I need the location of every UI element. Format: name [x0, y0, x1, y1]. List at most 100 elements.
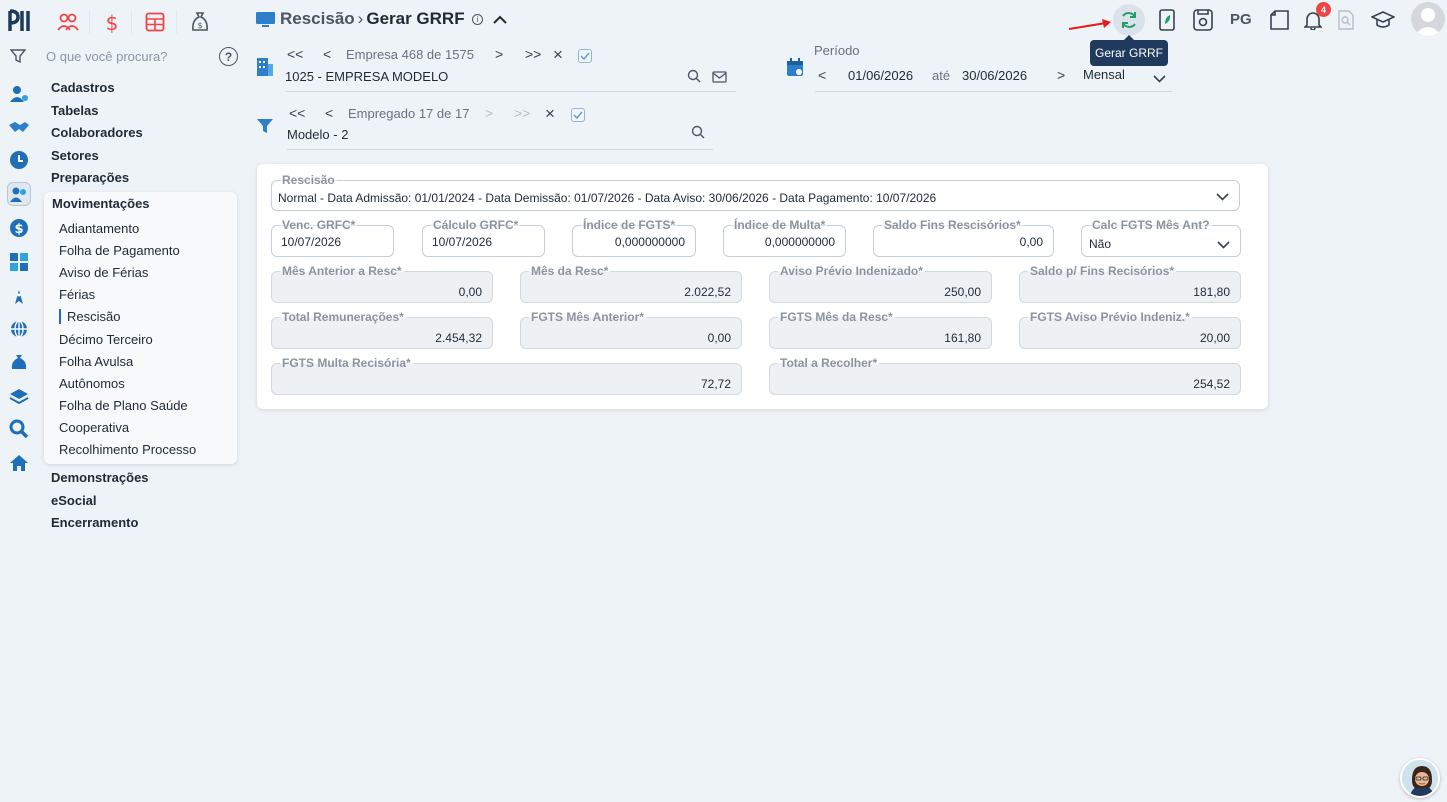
menu-search-input[interactable]: O que você procura?: [46, 49, 167, 64]
layers-icon[interactable]: [7, 384, 31, 408]
empresa-value[interactable]: 1025 - EMPRESA MODELO: [285, 69, 448, 84]
search-icon[interactable]: [687, 69, 701, 88]
menu-cadastros[interactable]: Cadastros: [51, 80, 115, 95]
document-icon[interactable]: [1267, 7, 1293, 33]
menu-movimentacoes[interactable]: Movimentações: [52, 196, 150, 211]
clock-icon[interactable]: [7, 148, 31, 172]
handshake-icon[interactable]: [7, 115, 31, 139]
submenu-item-active[interactable]: Rescisão: [59, 309, 120, 324]
submenu-item[interactable]: Recolhimento Processo: [59, 442, 196, 457]
chevron-up-icon[interactable]: [493, 12, 507, 30]
periodo-end[interactable]: 30/06/2026: [962, 68, 1027, 83]
annotation-arrow-icon: [1068, 18, 1112, 36]
indice-multa-field[interactable]: Índice de Multa* 0,000000000: [723, 218, 846, 257]
calc-fgts-mes-ant-select[interactable]: Calc FGTS Mês Ant? Não: [1081, 218, 1241, 257]
app-logo-icon[interactable]: [7, 8, 33, 34]
money-bag-module-icon[interactable]: $: [187, 9, 213, 35]
field-value: 0,00: [1019, 235, 1043, 249]
rocket-icon[interactable]: [7, 284, 31, 308]
periodo-prev-button[interactable]: <: [818, 67, 826, 83]
empresa-clear-button[interactable]: ×: [553, 45, 563, 65]
field-label: FGTS Multa Recisória*: [280, 356, 413, 370]
people-module-icon[interactable]: [55, 9, 81, 35]
empregado-last-button[interactable]: >>: [514, 105, 530, 121]
empregado-value[interactable]: Modelo - 2: [287, 127, 348, 142]
empregado-next-button[interactable]: >: [485, 105, 493, 121]
empresa-checkbox[interactable]: [578, 49, 592, 63]
assistant-avatar[interactable]: [1400, 758, 1440, 798]
field-value: Não: [1089, 237, 1112, 251]
submenu-item[interactable]: Autônomos: [59, 376, 125, 391]
menu-setores[interactable]: Setores: [51, 148, 99, 163]
submenu-item[interactable]: Folha de Pagamento: [59, 243, 180, 258]
phone-leaf-icon[interactable]: [1154, 7, 1180, 33]
saldo-fins-rescisorios-field[interactable]: Saldo Fins Rescisórios* 0,00: [873, 218, 1054, 257]
menu-colaboradores[interactable]: Colaboradores: [51, 125, 143, 140]
globe-icon[interactable]: [7, 317, 31, 341]
info-icon[interactable]: i: [472, 14, 483, 25]
filter-icon[interactable]: [9, 48, 27, 69]
user-icon[interactable]: [7, 82, 31, 106]
search-icon[interactable]: [691, 125, 705, 144]
chevron-down-icon[interactable]: [1153, 71, 1166, 89]
submenu-item[interactable]: Folha Avulsa: [59, 354, 133, 369]
dollar-icon[interactable]: $: [7, 216, 31, 240]
document-search-icon[interactable]: [1333, 7, 1359, 33]
funnel-icon[interactable]: [256, 117, 274, 140]
monitor-icon: [256, 12, 275, 33]
empregado-checkbox[interactable]: [571, 108, 585, 122]
table-module-icon[interactable]: [142, 9, 168, 35]
breadcrumb-parent[interactable]: Rescisão: [280, 9, 355, 28]
field-value: 181,80: [1193, 285, 1230, 299]
empresa-next-button[interactable]: >: [495, 46, 503, 62]
submenu-item[interactable]: Folha de Plano Saúde: [59, 398, 188, 413]
graduation-cap-icon[interactable]: [1370, 7, 1396, 33]
indice-fgts-field[interactable]: Índice de FGTS* 0,000000000: [572, 218, 696, 257]
rescisao-select[interactable]: Rescisão Normal - Data Admissão: 01/01/2…: [271, 173, 1240, 211]
field-value: 20,00: [1199, 331, 1230, 345]
empregado-prev-button[interactable]: <: [325, 105, 333, 121]
periodo-label: Período: [814, 43, 860, 58]
svg-text:$: $: [197, 21, 202, 30]
menu-esocial[interactable]: eSocial: [51, 493, 97, 508]
periodo-next-button[interactable]: >: [1057, 67, 1065, 83]
submenu-item[interactable]: Décimo Terceiro: [59, 332, 153, 347]
empresa-prev-button[interactable]: <: [323, 46, 331, 62]
submenu-item[interactable]: Aviso de Férias: [59, 265, 148, 280]
menu-preparacoes[interactable]: Preparações: [51, 170, 129, 185]
periodo-start[interactable]: 01/06/2026: [848, 68, 913, 83]
field-label: Calc FGTS Mês Ant?: [1090, 218, 1212, 232]
empregado-first-button[interactable]: <<: [289, 105, 305, 121]
menu-tabelas[interactable]: Tabelas: [51, 103, 98, 118]
total-recolher-field: Total a Recolher* 254,52: [769, 356, 1241, 395]
save-icon[interactable]: [1190, 7, 1216, 33]
calculo-grfc-field[interactable]: Cálculo GRFC* 10/07/2026: [422, 218, 545, 257]
magnifier-icon[interactable]: [7, 417, 31, 441]
generate-grrf-button[interactable]: [1113, 4, 1145, 36]
mes-resc-field: Mês da Resc* 2.022,52: [520, 264, 742, 303]
menu-demonstracoes[interactable]: Demonstrações: [51, 470, 149, 485]
menu-encerramento[interactable]: Encerramento: [51, 515, 138, 530]
user-avatar[interactable]: [1411, 2, 1445, 36]
aviso-previo-field: Aviso Prévio Indenizado* 250,00: [769, 264, 992, 303]
people-icon[interactable]: [7, 182, 31, 206]
empresa-first-button[interactable]: <<: [287, 46, 303, 62]
home-icon[interactable]: [7, 451, 31, 475]
submenu-item[interactable]: Cooperativa: [59, 420, 129, 435]
empresa-last-button[interactable]: >>: [525, 46, 541, 62]
dollar-module-icon[interactable]: $: [99, 9, 125, 35]
submenu-item[interactable]: Férias: [59, 287, 95, 302]
submenu-item[interactable]: Adiantamento: [59, 221, 139, 236]
help-icon[interactable]: ?: [219, 47, 238, 66]
money-bag-icon[interactable]: [7, 350, 31, 374]
periodo-type-select[interactable]: Mensal: [1083, 67, 1125, 82]
pg-button[interactable]: PG: [1230, 11, 1252, 28]
venc-grfc-field[interactable]: Venc. GRFC* 10/07/2026: [271, 218, 394, 257]
page-title: Rescisão › Gerar GRRF: [280, 9, 465, 29]
field-value: 0,00: [458, 285, 482, 299]
empregado-clear-button[interactable]: ×: [545, 104, 555, 124]
divider: [176, 10, 177, 34]
mail-icon[interactable]: [712, 70, 727, 88]
field-label: Total a Recolher*: [778, 356, 880, 370]
calculator-icon[interactable]: [7, 250, 31, 274]
